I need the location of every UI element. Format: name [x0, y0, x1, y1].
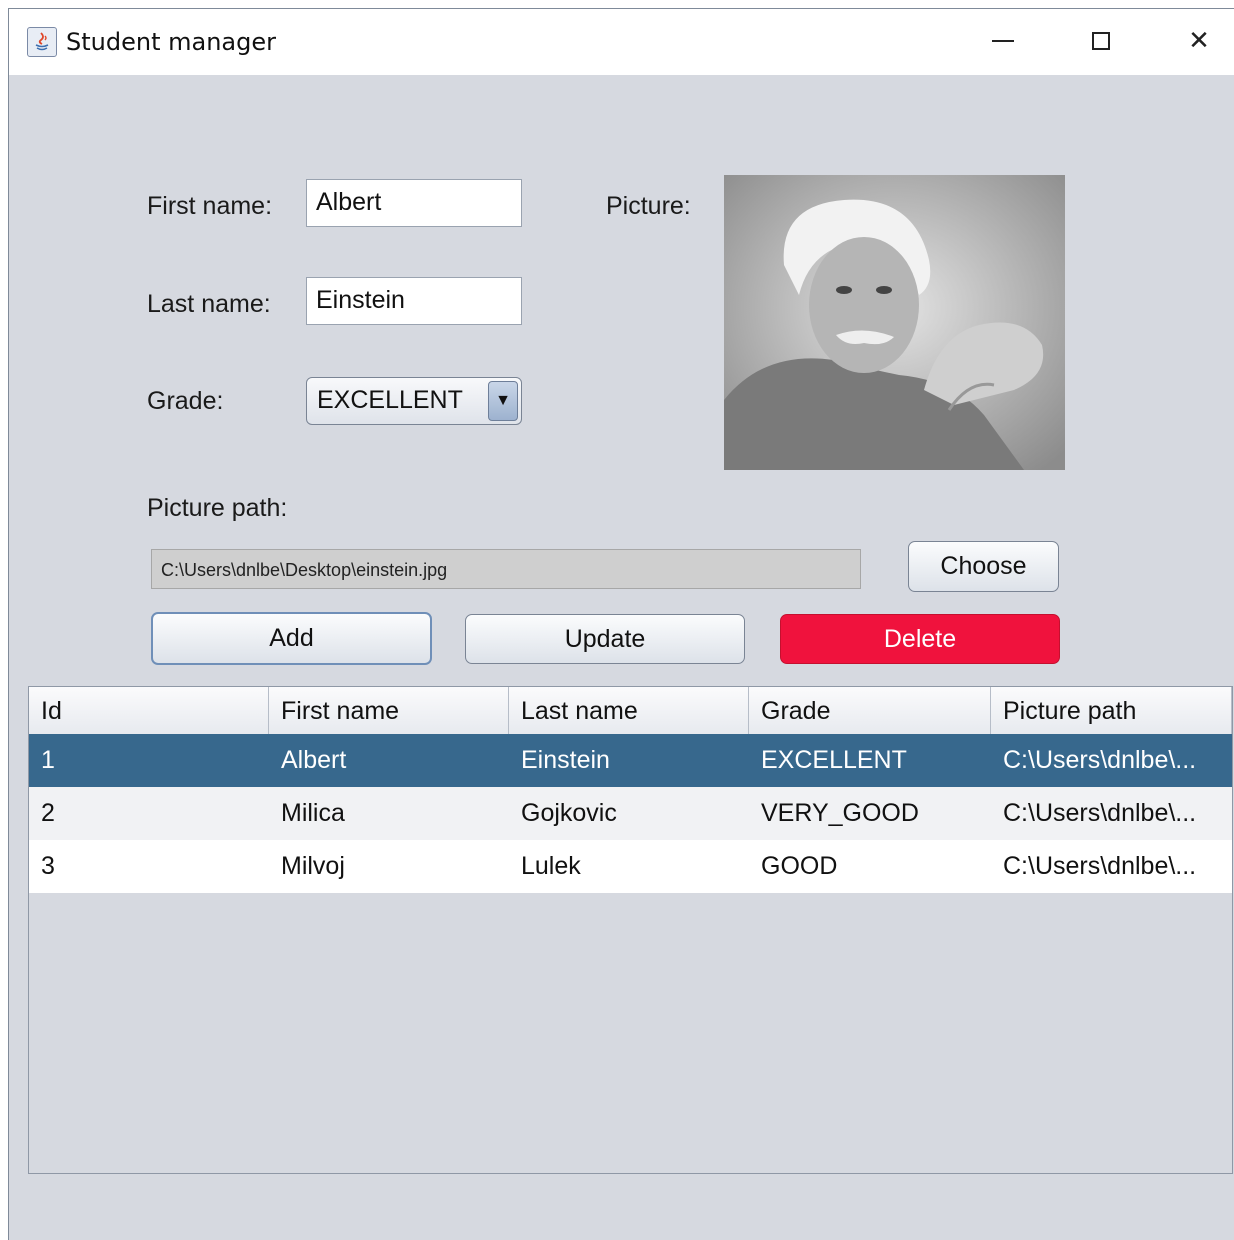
- column-header-grade[interactable]: Grade: [749, 687, 991, 734]
- title-bar[interactable]: Student manager ✕: [9, 9, 1234, 75]
- choose-button[interactable]: Choose: [908, 541, 1059, 592]
- cell-first-name: Milica: [281, 799, 345, 827]
- column-header-first-name[interactable]: First name: [269, 687, 509, 734]
- column-header-id[interactable]: Id: [29, 687, 269, 734]
- column-header-last-name[interactable]: Last name: [509, 687, 749, 734]
- grade-selected-value: EXCELLENT: [317, 386, 463, 414]
- add-button[interactable]: Add: [151, 612, 432, 665]
- minimize-button[interactable]: [981, 21, 1025, 61]
- cell-first-name: Albert: [281, 746, 347, 774]
- last-name-label: Last name:: [147, 290, 271, 318]
- picture-path-field: C:\Users\dnlbe\Desktop\einstein.jpg: [151, 549, 861, 589]
- cell-grade: VERY_GOOD: [761, 799, 919, 827]
- maximize-icon: [1092, 32, 1110, 50]
- update-button[interactable]: Update: [465, 614, 745, 664]
- cell-last-name: Gojkovic: [521, 799, 617, 827]
- cell-picture-path: C:\Users\dnlbe\...: [1003, 852, 1197, 880]
- cell-first-name: Milvoj: [281, 852, 345, 880]
- minimize-icon: [992, 40, 1014, 42]
- students-table[interactable]: Id First name Last name Grade Picture pa…: [28, 686, 1233, 1174]
- cell-id: 3: [41, 852, 55, 880]
- grade-label: Grade:: [147, 387, 224, 415]
- table-row[interactable]: 3 Milvoj Lulek GOOD C:\Users\dnlbe\...: [29, 840, 1232, 893]
- table-row[interactable]: 1 Albert Einstein EXCELLENT C:\Users\dnl…: [29, 734, 1232, 787]
- last-name-field[interactable]: Einstein: [306, 277, 522, 325]
- picture-path-label: Picture path:: [147, 494, 288, 522]
- cell-id: 1: [41, 746, 55, 774]
- close-icon: ✕: [1188, 26, 1210, 56]
- table-row[interactable]: 2 Milica Gojkovic VERY_GOOD C:\Users\dnl…: [29, 787, 1232, 840]
- delete-button[interactable]: Delete: [780, 614, 1060, 664]
- chevron-down-icon[interactable]: ▼: [488, 381, 518, 421]
- cell-last-name: Lulek: [521, 852, 581, 880]
- cell-last-name: Einstein: [521, 746, 610, 774]
- window-title: Student manager: [66, 28, 276, 56]
- cell-grade: EXCELLENT: [761, 746, 907, 774]
- table-header: Id First name Last name Grade Picture pa…: [29, 687, 1232, 735]
- cell-grade: GOOD: [761, 852, 838, 880]
- first-name-field[interactable]: Albert: [306, 179, 522, 227]
- app-window: Student manager ✕ First name: Albert Las…: [8, 8, 1234, 1240]
- cell-picture-path: C:\Users\dnlbe\...: [1003, 799, 1197, 827]
- picture-label: Picture:: [606, 192, 691, 220]
- column-header-picture-path[interactable]: Picture path: [991, 687, 1232, 734]
- grade-dropdown[interactable]: EXCELLENT ▼: [306, 377, 522, 425]
- close-button[interactable]: ✕: [1177, 21, 1221, 61]
- java-app-icon: [27, 27, 57, 57]
- maximize-button[interactable]: [1079, 21, 1123, 61]
- cell-picture-path: C:\Users\dnlbe\...: [1003, 746, 1197, 774]
- student-picture: [724, 175, 1065, 470]
- cell-id: 2: [41, 799, 55, 827]
- first-name-label: First name:: [147, 192, 273, 220]
